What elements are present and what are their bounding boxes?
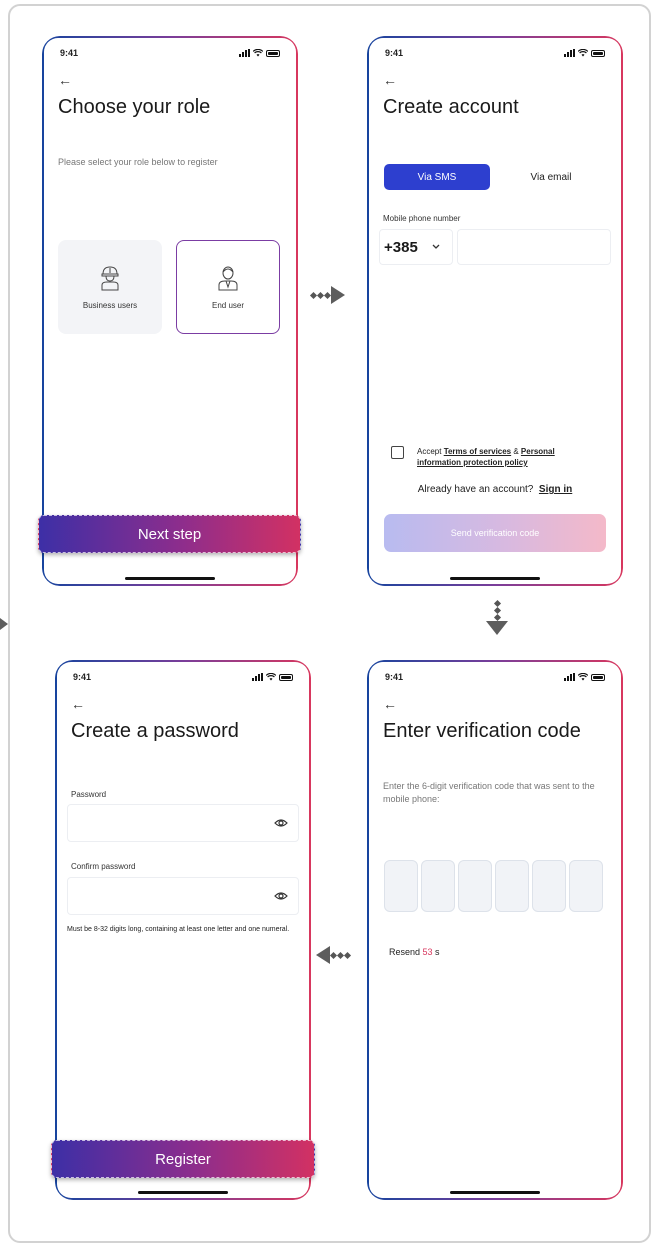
page-title: Create account [383, 96, 519, 119]
status-time: 9:41 [73, 672, 91, 682]
status-bar: 9:41 [385, 670, 605, 684]
page-title: Create a password [71, 720, 239, 743]
wifi-icon [266, 673, 276, 681]
terms-of-service-link[interactable]: Terms of services [444, 447, 511, 456]
code-digit-3[interactable] [458, 860, 492, 912]
phone-create-password: 9:41 ← Create a password Password Confir… [55, 660, 311, 1200]
phone-label: Mobile phone number [383, 214, 460, 223]
code-digit-4[interactable] [495, 860, 529, 912]
code-digit-6[interactable] [569, 860, 603, 912]
sign-in-link[interactable]: Sign in [539, 484, 572, 495]
phone-number-input[interactable] [457, 229, 611, 265]
send-verification-code-button[interactable]: Send verification code [384, 514, 606, 552]
code-digit-1[interactable] [384, 860, 418, 912]
countdown-seconds: 53 [423, 947, 433, 957]
home-indicator [450, 577, 540, 580]
phone-verification-code: 9:41 ← Enter verification code Enter the… [367, 660, 623, 1200]
register-button[interactable]: Register [51, 1140, 315, 1178]
page-subtitle: Enter the 6-digit verification code that… [383, 780, 605, 806]
home-indicator [450, 1191, 540, 1194]
status-time: 9:41 [60, 48, 78, 58]
wifi-icon [253, 49, 263, 57]
phone-choose-role: 9:41 ← Choose your role Please select yo… [42, 36, 298, 586]
terms-text: Accept Terms of services & Personal info… [417, 446, 613, 468]
flow-arrow-edge [0, 618, 8, 630]
tab-via-sms[interactable]: Via SMS [384, 164, 490, 190]
back-arrow-icon[interactable]: ← [383, 72, 397, 88]
back-arrow-icon[interactable]: ← [383, 696, 397, 712]
privacy-policy-link-part1[interactable]: Personal [521, 447, 555, 456]
person-icon [217, 265, 239, 291]
password-label: Password [71, 790, 106, 799]
password-hint: Must be 8-32 digits long, containing at … [67, 925, 295, 934]
confirm-password-label: Confirm password [71, 862, 135, 871]
code-digit-5[interactable] [532, 860, 566, 912]
battery-icon [266, 50, 280, 57]
construction-worker-icon [99, 265, 121, 291]
home-indicator [125, 577, 215, 580]
flow-arrow-left [316, 946, 351, 964]
status-time: 9:41 [385, 48, 403, 58]
sign-in-row: Already have an account? Sign in [367, 484, 623, 495]
page-title: Choose your role [58, 96, 210, 119]
flow-arrow-down [486, 600, 508, 635]
confirm-password-input[interactable] [67, 877, 299, 915]
back-arrow-icon[interactable]: ← [71, 696, 85, 712]
wifi-icon [578, 49, 588, 57]
signal-icon [239, 49, 250, 57]
wifi-icon [578, 673, 588, 681]
signal-icon [564, 673, 575, 681]
next-step-button[interactable]: Next step [38, 515, 301, 553]
status-bar: 9:41 [60, 46, 280, 60]
code-digit-2[interactable] [421, 860, 455, 912]
role-label: End user [212, 301, 244, 310]
battery-icon [591, 50, 605, 57]
page-subtitle: Please select your role below to registe… [58, 156, 218, 169]
role-label: Business users [83, 301, 137, 310]
status-bar: 9:41 [73, 670, 293, 684]
chevron-down-icon [432, 244, 440, 250]
country-code-select[interactable]: +385 [379, 229, 453, 265]
signal-icon [564, 49, 575, 57]
privacy-policy-link-part2[interactable]: information protection policy [417, 458, 528, 467]
status-bar: 9:41 [385, 46, 605, 60]
role-card-business[interactable]: Business users [58, 240, 162, 334]
eye-icon[interactable] [274, 818, 288, 828]
page-title: Enter verification code [383, 720, 581, 743]
status-time: 9:41 [385, 672, 403, 682]
flow-arrow-right [310, 286, 345, 304]
phone-create-account: 9:41 ← Create account Via SMS Via email … [367, 36, 623, 586]
password-input[interactable] [67, 804, 299, 842]
signal-icon [252, 673, 263, 681]
eye-icon[interactable] [274, 891, 288, 901]
back-arrow-icon[interactable]: ← [58, 72, 72, 88]
battery-icon [279, 674, 293, 681]
accept-terms-checkbox[interactable] [391, 446, 404, 459]
resend-countdown[interactable]: Resend 53 s [389, 947, 440, 957]
battery-icon [591, 674, 605, 681]
tab-via-email[interactable]: Via email [498, 164, 604, 190]
role-card-end-user[interactable]: End user [176, 240, 280, 334]
home-indicator [138, 1191, 228, 1194]
country-code-value: +385 [384, 239, 418, 256]
